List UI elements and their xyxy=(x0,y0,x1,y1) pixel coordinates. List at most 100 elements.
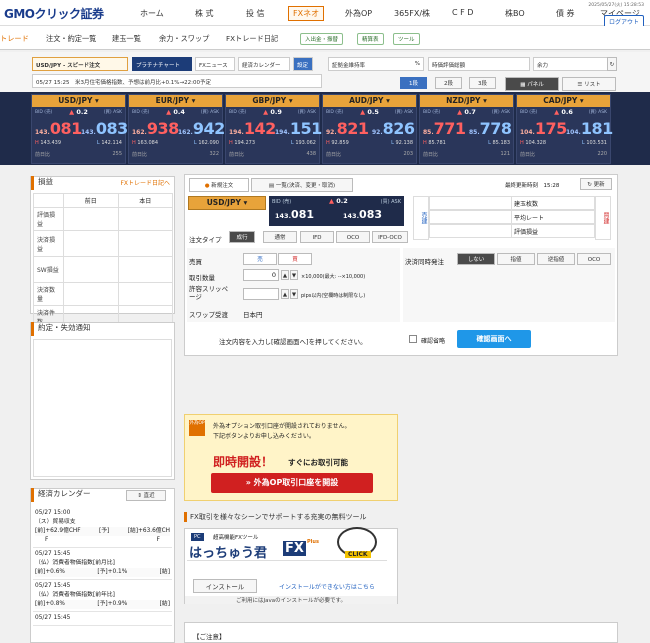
tile-bid-price[interactable]: 104.175 xyxy=(520,119,567,138)
platinum-chart-button[interactable]: プラチナチャート xyxy=(132,57,192,71)
notify-panel: 約定・失効通知 xyxy=(30,322,175,480)
positions-row: 評価損益 xyxy=(429,224,595,238)
tile-pair[interactable]: USD/JPY ▾ xyxy=(32,95,125,107)
tab-1-row[interactable]: 1段 xyxy=(400,77,427,89)
rate-tile[interactable]: EUR/JPY ▾ BID (売) (買) ASK ▲ 0.4 162.938 1… xyxy=(128,94,225,164)
news-ticker[interactable]: 05/27 15:25 米3月住宅価格指数、予想は前月比+0.1%→22:00予… xyxy=(32,74,322,88)
settle-none[interactable]: しない xyxy=(457,253,495,265)
order-bid-price[interactable]: 143.081 xyxy=(275,208,314,221)
type-oco[interactable]: OCO xyxy=(336,231,370,243)
tile-bid-price[interactable]: 194.142 xyxy=(229,119,276,138)
nav-fxneo[interactable]: FXネオ xyxy=(288,6,325,21)
tile-pair[interactable]: NZD/JPY ▾ xyxy=(420,95,513,107)
tab-3-row[interactable]: 3段 xyxy=(469,77,496,89)
panel-view-button[interactable]: ▦ パネル xyxy=(505,77,559,91)
rate-tile[interactable]: GBP/JPY ▾ BID (売) (買) ASK ▲ 0.9 194.142 1… xyxy=(225,94,322,164)
fxop-banner[interactable]: 外為OP 外為オプション取引口座が開設されておりません。 下記ボタンよりお申し込… xyxy=(184,414,398,501)
tile-bid-price[interactable]: 85.771 xyxy=(423,119,466,138)
diary-link[interactable]: FXトレード日記へ xyxy=(120,178,170,187)
tile-ask-price[interactable]: 104.181 xyxy=(566,119,613,138)
prev-value: 220 xyxy=(597,151,607,157)
deposit-button[interactable]: 入出金・振替 xyxy=(300,33,344,45)
econ-item[interactable]: 05/27 15:00 （ス）貿易収支 [前]+62.9億CHF [予] [結]… xyxy=(33,507,172,548)
econ-item[interactable]: 05/27 15:45 xyxy=(33,612,172,626)
tile-pair[interactable]: AUD/JPY ▾ xyxy=(323,95,416,107)
menu-positions[interactable]: 建玉一覧 xyxy=(112,34,141,44)
econ-item[interactable]: 05/27 15:45 （仏）消費者物価指数[前年比] [前]+0.8% [予]… xyxy=(33,580,172,612)
type-market[interactable]: 成行 xyxy=(229,231,255,243)
type-limit[interactable]: 通常 xyxy=(263,231,297,243)
order-ask-price[interactable]: 143.083 xyxy=(343,208,382,221)
tile-pair[interactable]: GBP/JPY ▾ xyxy=(226,95,319,107)
nav-365fx[interactable]: 365FX/株 xyxy=(394,8,430,19)
rate-tile[interactable]: USD/JPY ▾ BID (売) (買) ASK ▲ 0.2 143.081 1… xyxy=(31,94,128,164)
speed-order-button[interactable]: USD/JPY - スピード注文 xyxy=(32,57,128,71)
qty-input[interactable]: 0 xyxy=(243,269,279,281)
tile-ask-price[interactable]: 194.151 xyxy=(275,119,322,138)
order-refresh-button[interactable]: ↻ 更新 xyxy=(580,178,612,190)
tile-ask-price[interactable]: 85.778 xyxy=(469,119,512,138)
tile-ask-price[interactable]: 92.826 xyxy=(372,119,415,138)
nav-fxop[interactable]: 外為OP xyxy=(345,8,372,19)
hacchu-banner[interactable]: PC 超高機能FXツール はっちゅう君 FX Plus CLICK xyxy=(187,527,387,561)
menu-orders[interactable]: 注文・約定一覧 xyxy=(46,34,96,44)
settlement-button[interactable]: 精算表 xyxy=(357,33,384,45)
nav-stockbo[interactable]: 株BO xyxy=(505,8,525,19)
sell-button[interactable]: 売 xyxy=(243,253,277,265)
nav-stocks[interactable]: 株 式 xyxy=(195,8,214,19)
buy-button[interactable]: 買 xyxy=(278,253,312,265)
tile-ask-price[interactable]: 162.942 xyxy=(178,119,225,138)
speed-order-label: USD/JPY - スピード注文 xyxy=(36,63,101,69)
nav-home[interactable]: ホーム xyxy=(140,8,164,19)
tile-prev: 前日比 121 xyxy=(423,151,510,158)
qty-up-icon[interactable]: ▲ xyxy=(281,270,289,280)
tab-new-order[interactable]: ● 新規注文 xyxy=(189,178,249,192)
confirm-button[interactable]: 確認画面へ xyxy=(457,330,531,348)
menu-diary[interactable]: FXトレード日記 xyxy=(226,34,278,44)
econ-item[interactable]: 05/27 15:45 （仏）消費者物価指数[前月比] [前]+0.6% [予]… xyxy=(33,548,172,580)
skip-confirm-checkbox[interactable] xyxy=(409,335,417,343)
qty-down-icon[interactable]: ▼ xyxy=(290,270,298,280)
slip-up-icon[interactable]: ▲ xyxy=(281,289,289,299)
install-button[interactable]: インストール xyxy=(193,579,257,593)
nav-funds[interactable]: 投 信 xyxy=(246,8,265,19)
rate-tile[interactable]: CAD/JPY ▾ BID (売) (買) ASK ▲ 0.6 104.175 1… xyxy=(516,94,613,164)
settings-button[interactable]: 設定 xyxy=(293,57,313,71)
list-view-button[interactable]: ☰ リスト xyxy=(562,77,616,91)
tile-change: ▲ 0.9 xyxy=(226,108,319,116)
notes-panel: 【ご注意】 xyxy=(184,622,618,643)
menu-margin[interactable]: 余力・スワップ xyxy=(159,34,209,44)
pnl-cell xyxy=(117,256,173,283)
install-help-link[interactable]: インストールができない方はこちら xyxy=(279,582,375,591)
tile-ask-price[interactable]: 143.083 xyxy=(81,119,128,138)
tile-pair[interactable]: EUR/JPY ▾ xyxy=(129,95,222,107)
fx-news-button[interactable]: FXニュース xyxy=(195,57,235,71)
settle-limit[interactable]: 指値 xyxy=(497,253,535,265)
nav-cfd[interactable]: C F D xyxy=(452,8,473,17)
slip-down-icon[interactable]: ▼ xyxy=(290,289,298,299)
tab-order-list[interactable]: ▤ 一覧(決済、変更・取消) xyxy=(251,178,353,192)
tile-bid-price[interactable]: 92.821 xyxy=(326,119,369,138)
refresh-icon[interactable]: ↻ xyxy=(607,57,617,71)
open-fxop-button[interactable]: » 外為OP取引口座を開設 xyxy=(211,473,373,493)
calendar-button[interactable]: 経済カレンダー xyxy=(238,57,290,71)
slippage-input[interactable] xyxy=(243,288,279,300)
tile-pair[interactable]: CAD/JPY ▾ xyxy=(517,95,610,107)
tab-2-row[interactable]: 2段 xyxy=(435,77,462,89)
type-ifd-oco[interactable]: IFD-OCO xyxy=(372,231,408,243)
rate-tile[interactable]: AUD/JPY ▾ BID (売) (買) ASK ▲ 0.5 92.821 92… xyxy=(322,94,417,164)
logo[interactable]: GMOクリック証券 xyxy=(4,5,104,22)
type-ifd[interactable]: IFD xyxy=(300,231,334,243)
settle-oco[interactable]: OCO xyxy=(577,253,611,265)
tools-button[interactable]: ツール xyxy=(393,33,420,45)
click-label: CLICK xyxy=(345,551,371,558)
positions-left-cell xyxy=(430,197,512,209)
tile-bid-price[interactable]: 162.938 xyxy=(132,119,179,138)
rate-tile[interactable]: NZD/JPY ▾ BID (売) (買) ASK ▲ 0.7 85.771 85… xyxy=(419,94,514,164)
settle-stop[interactable]: 逆指値 xyxy=(537,253,575,265)
econ-latest-button[interactable]: ⇕ 直近 xyxy=(126,490,166,501)
tile-bid-price[interactable]: 143.081 xyxy=(35,119,82,138)
pair-select[interactable]: USD/JPY ▾ xyxy=(188,196,266,210)
nav-bonds[interactable]: 債 券 xyxy=(556,8,575,19)
econ-values: [前]+0.6% [予]+0.1% [結] xyxy=(35,568,170,577)
